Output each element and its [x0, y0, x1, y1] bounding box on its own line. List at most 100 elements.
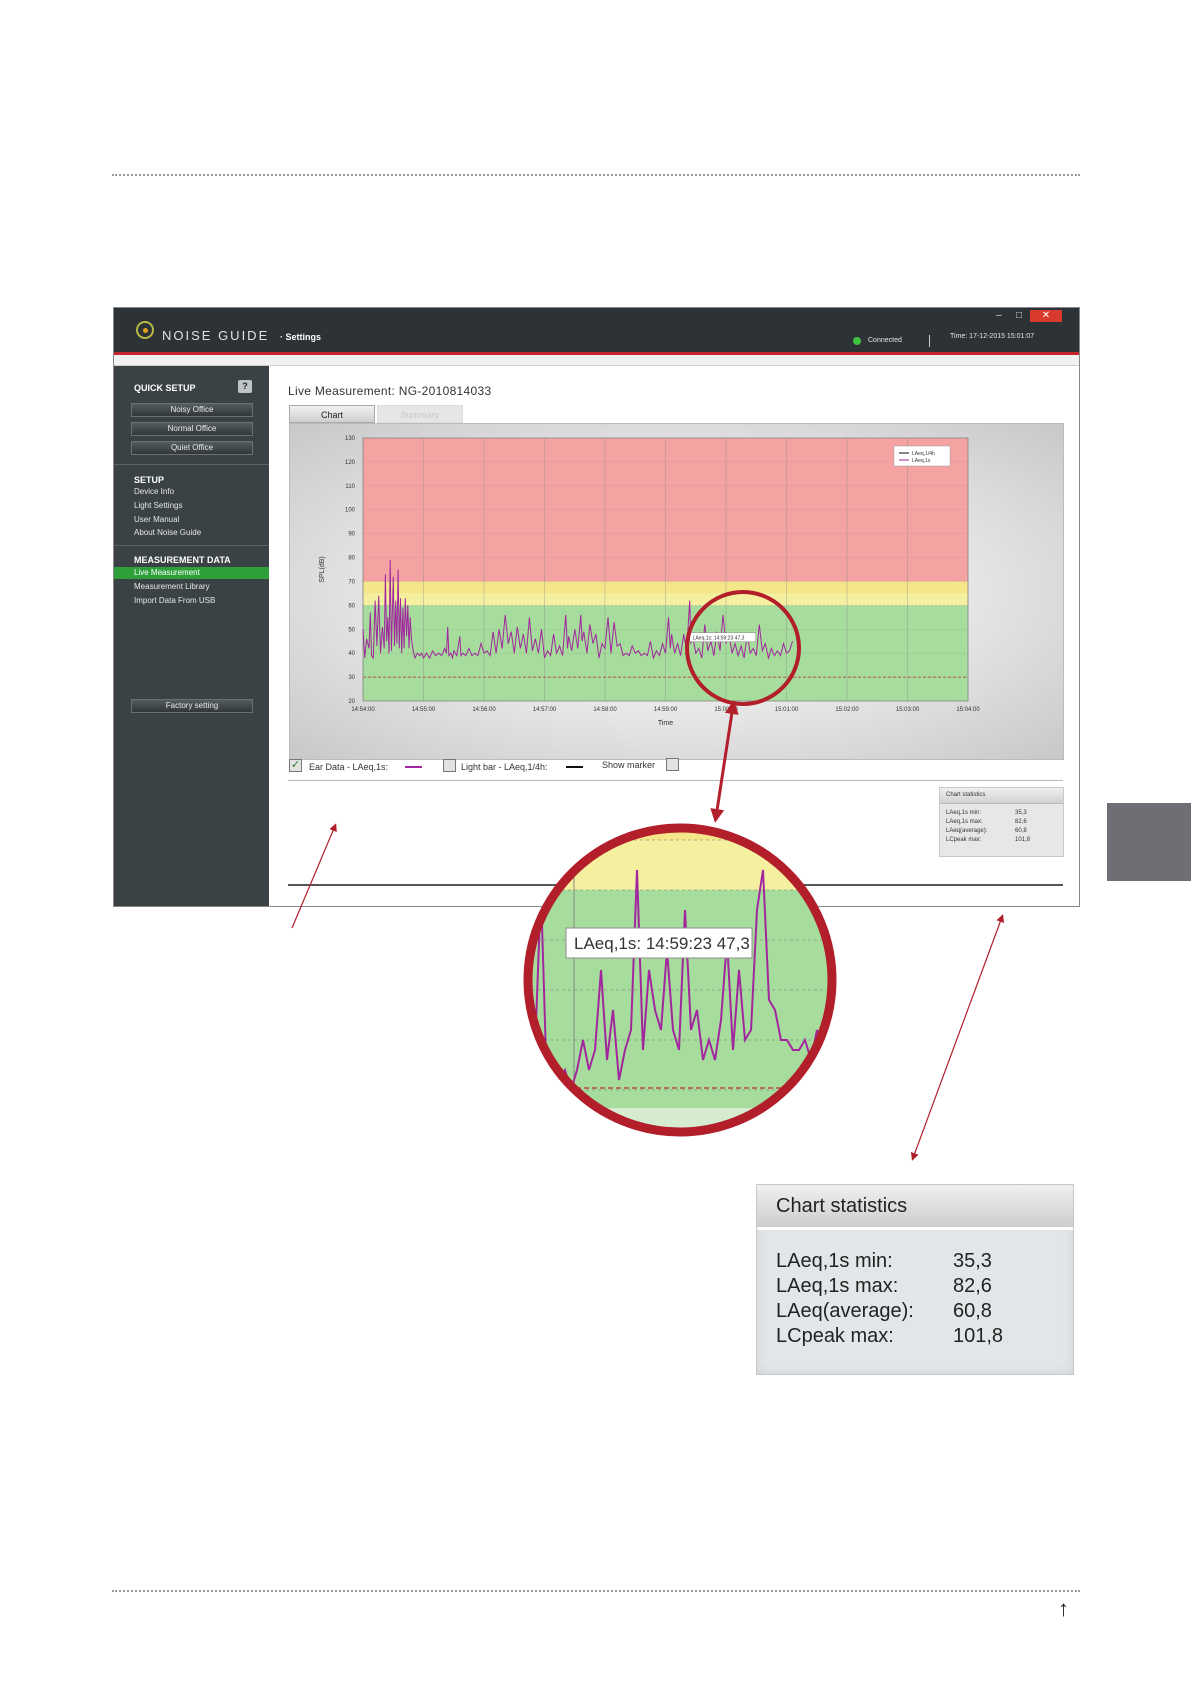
y-tick-label: 30 [348, 675, 355, 681]
close-button[interactable]: ✕ [1030, 310, 1062, 322]
help-button[interactable]: ? [238, 380, 252, 393]
x-tick-label: 15:02:00 [835, 707, 859, 713]
chart-frame: 20 30 40 50 60 70 80 90 100 110 120 130 14:54:00 14:5… [289, 423, 1064, 760]
x-tick-label: 15:00:00 [714, 707, 738, 713]
stat-value: 101,8 [953, 1325, 1004, 1347]
stat-value: 35,3 [1015, 810, 1027, 816]
main-content: Live Measurement: NG-2010814033 Chart Su… [269, 366, 1079, 906]
y-axis-label: SPL(dB) [319, 556, 326, 582]
app-section: · Settings [280, 332, 322, 342]
sidebar-item-device-info[interactable]: Device Info [134, 487, 174, 496]
measurement-data-heading: MEASUREMENT DATA [134, 555, 231, 565]
y-tick-label: 20 [348, 699, 355, 705]
stat-label: LAeq,1s max: [776, 1275, 899, 1297]
stat-value: 60,8 [953, 1300, 992, 1322]
y-tick-label: 60 [348, 603, 355, 609]
stat-value: 82,6 [1015, 819, 1027, 825]
x-tick-label: 14:57:00 [533, 707, 557, 713]
minimize-button[interactable]: – [992, 310, 1006, 322]
x-tick-label: 14:54:00 [351, 707, 375, 713]
connection-status: Connected [868, 337, 902, 344]
y-tick-label: 120 [345, 460, 356, 466]
sidebar-item-live-measurement[interactable]: Live Measurement [134, 568, 200, 577]
y-tick-label: 70 [348, 579, 355, 585]
maximize-button[interactable]: □ [1012, 310, 1026, 322]
stat-value: 60,8 [1015, 828, 1027, 834]
legend-label: LAeq,1s [912, 458, 931, 464]
ear-data-label: Ear Data - LAeq,1s: [309, 762, 389, 772]
title-bar: NOISE GUIDE · Settings Connected Time: 1… [114, 308, 1079, 355]
chart-statistics-title: Chart statistics [940, 788, 1063, 804]
light-bar-checkbox[interactable] [443, 759, 456, 772]
show-marker-checkbox[interactable] [666, 758, 679, 771]
divider [288, 884, 1063, 886]
y-tick-label: 40 [348, 651, 355, 657]
logo-icon [136, 321, 154, 339]
title-divider [929, 335, 930, 347]
stat-value: 35,3 [953, 1250, 992, 1272]
sidebar-item-about[interactable]: About Noise Guide [134, 528, 201, 537]
sidebar-divider [114, 545, 269, 546]
check-icon: ✓ [290, 759, 301, 771]
tab-chart[interactable]: Chart [289, 405, 375, 423]
chapter-side-tab [1107, 803, 1191, 881]
legend-label: LAeq,1/4h [912, 451, 935, 457]
noisy-office-button[interactable]: Noisy Office [131, 403, 253, 417]
spl-chart: 20 30 40 50 60 70 80 90 100 110 120 130 14:54:00 14:5… [319, 436, 980, 727]
x-tick-label: 15:04:00 [956, 707, 980, 713]
app-brand: NOISE GUIDE [162, 328, 270, 343]
sidebar-item-light-settings[interactable]: Light Settings [134, 501, 182, 510]
bottom-dotted-rule [112, 1590, 1080, 1592]
show-marker-label: Show marker [602, 760, 656, 770]
y-tick-label: 110 [345, 484, 355, 490]
chart-statistics-enlarged: Chart statistics LAeq,1s min: 35,3 LAeq,… [756, 1184, 1074, 1375]
statistics-callout-arrow [910, 914, 1005, 1161]
sidebar-item-import-usb[interactable]: Import Data From USB [134, 596, 215, 605]
tab-summary[interactable]: Summary [377, 405, 463, 423]
current-time: Time: 17-12-2015 15:01:07 [950, 333, 1035, 340]
stat-label: LAeq(average): [776, 1300, 914, 1322]
stat-label: LAeq(average): [946, 828, 988, 834]
stat-label: LAeq,1s max: [946, 819, 983, 825]
x-tick-label: 14:59:00 [654, 707, 678, 713]
arrow-up-icon[interactable]: ↑ [1058, 1596, 1069, 1622]
stat-label: LAeq,1s min: [946, 810, 982, 816]
x-tick-label: 15:01:00 [775, 707, 799, 713]
zoom-tooltip-text: LAeq,1s: 14:59:23 47,3 [574, 934, 750, 953]
page-title: Live Measurement: NG-2010814033 [288, 384, 492, 398]
quick-setup-heading: QUICK SETUP [134, 383, 196, 393]
app-window: NOISE GUIDE · Settings Connected Time: 1… [113, 307, 1080, 907]
factory-setting-button[interactable]: Factory setting [131, 699, 253, 713]
light-bar-label: Light bar - LAeq,1/4h: [461, 762, 548, 772]
x-axis-label: Time [658, 720, 673, 727]
quiet-office-button[interactable]: Quiet Office [131, 441, 253, 455]
y-tick-label: 130 [345, 436, 356, 442]
sidebar-item-user-manual[interactable]: User Manual [134, 515, 179, 524]
y-tick-label: 80 [348, 556, 355, 562]
y-tick-label: 100 [345, 508, 356, 514]
stat-label: LAeq,1s min: [776, 1250, 893, 1272]
zoom-tooltip-box [565, 927, 753, 959]
light-bar-swatch [566, 766, 583, 768]
x-tick-label: 14:56:00 [472, 707, 496, 713]
y-tick-label: 50 [348, 627, 355, 633]
ear-data-checkbox[interactable]: ✓ [289, 759, 302, 772]
normal-office-button[interactable]: Normal Office [131, 422, 253, 436]
y-tick-label: 90 [348, 532, 355, 538]
sidebar-item-measurement-library[interactable]: Measurement Library [134, 582, 210, 591]
toolbar-strip [114, 355, 1079, 366]
stat-value: 82,6 [953, 1275, 992, 1297]
zoom-band [529, 890, 831, 1131]
setup-heading: SETUP [134, 475, 165, 485]
sidebar-divider [114, 464, 269, 465]
stat-label: LCpeak max: [776, 1325, 894, 1347]
chart-statistics-panel: Chart statistics LAeq,1s min: 35,3 LAeq,… [939, 787, 1064, 857]
ear-data-swatch [405, 766, 422, 768]
divider [288, 780, 1063, 781]
x-tick-label: 15:03:00 [896, 707, 920, 713]
connected-status-icon [853, 337, 861, 345]
stat-value: 101,8 [1015, 837, 1031, 843]
data-tooltip-text: LAeq,1s: 14:59:23 47,3 [693, 636, 745, 642]
chart-statistics-title: Chart statistics [757, 1185, 1073, 1230]
stat-label: LCpeak max: [946, 837, 982, 843]
